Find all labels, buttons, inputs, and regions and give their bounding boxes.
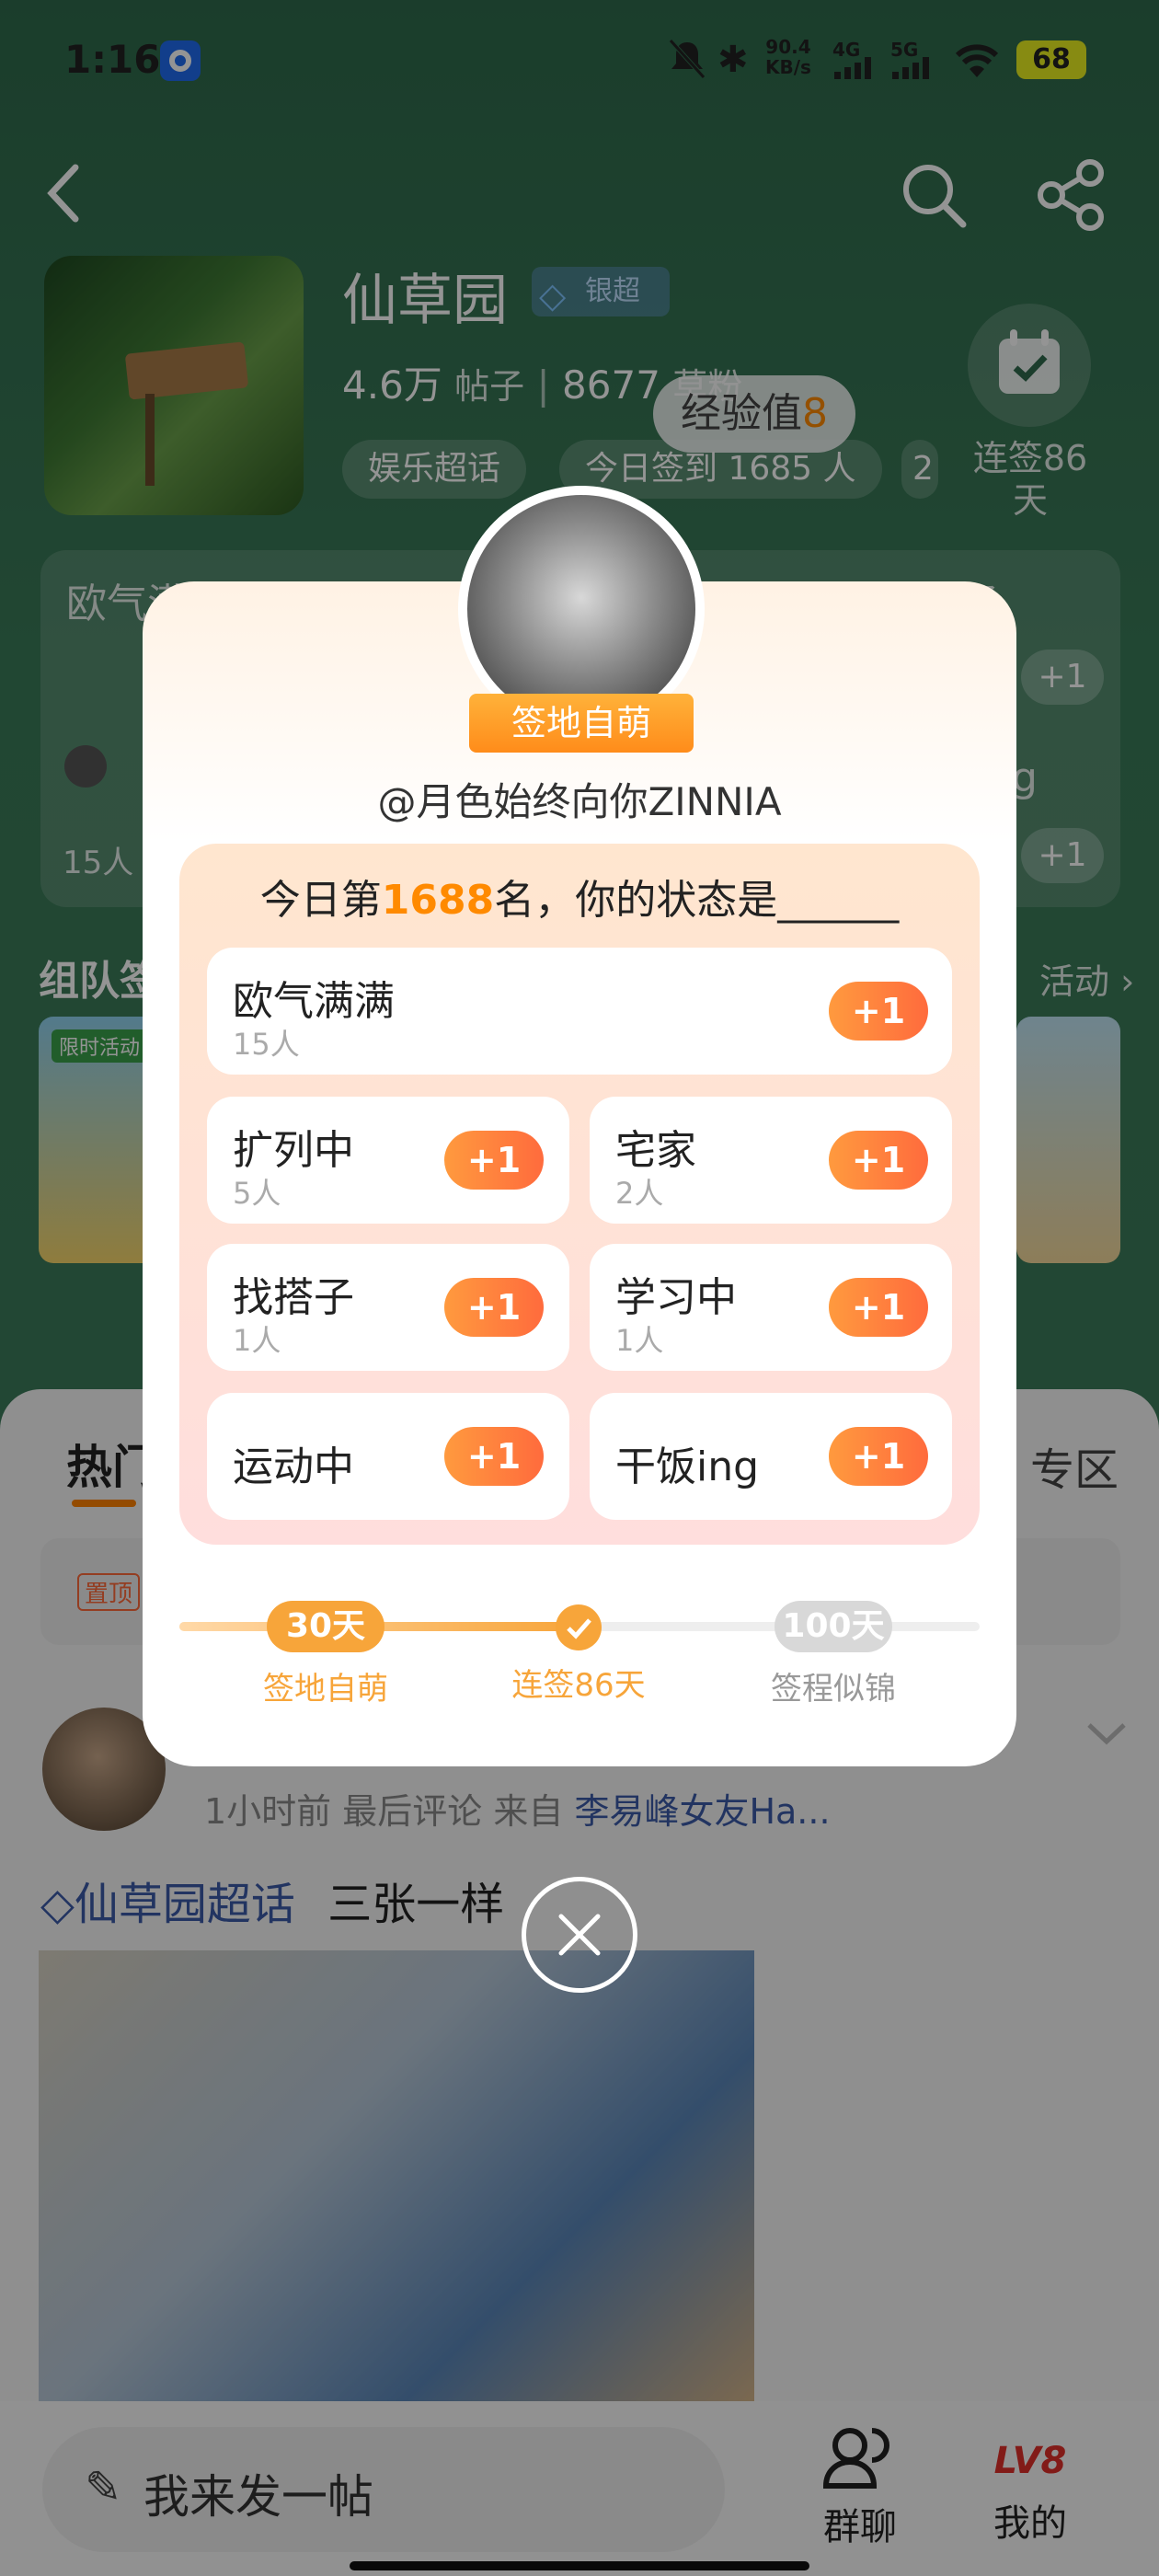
milestone-100-pill: 100天 [775,1601,892,1652]
option-card-eating[interactable]: 干饭ing +1 [590,1393,952,1520]
close-icon [558,1914,601,1956]
plus-one-button[interactable]: +1 [444,1131,544,1190]
plus-one-button[interactable]: +1 [829,1278,928,1337]
milestone-30-label: 签地自萌 [263,1671,388,1708]
option-card-partner[interactable]: 找搭子 1人 +1 [207,1244,569,1371]
plus-one-button[interactable]: +1 [829,1131,928,1190]
option-card-home[interactable]: 宅家 2人 +1 [590,1097,952,1224]
milestone-100-label: 签程似锦 [771,1671,896,1708]
plus-one-button[interactable]: +1 [444,1278,544,1337]
user-avatar[interactable] [467,495,695,723]
popup-username: @月色始终向你ZINNIA [377,779,782,824]
milestone-current-check-icon [556,1604,602,1650]
user-title-ribbon: 签地自萌 [469,694,694,753]
milestone-current-label: 连签86天 [511,1667,646,1704]
plus-one-button[interactable]: +1 [829,1427,928,1486]
option-card-studying[interactable]: 学习中 1人 +1 [590,1244,952,1371]
option-card-exercising[interactable]: 运动中 +1 [207,1393,569,1520]
milestone-30-pill: 30天 [267,1601,384,1652]
status-question: 今日第1688名，你的状态是______ [259,877,900,924]
popup-close-button[interactable] [522,1877,637,1993]
option-card-lucky[interactable]: 欧气满满 15人 +1 [207,948,952,1075]
plus-one-button[interactable]: +1 [444,1427,544,1486]
option-card-expanding[interactable]: 扩列中 5人 +1 [207,1097,569,1224]
plus-one-button[interactable]: +1 [829,982,928,1041]
checkin-rank: 1688 [381,877,495,924]
